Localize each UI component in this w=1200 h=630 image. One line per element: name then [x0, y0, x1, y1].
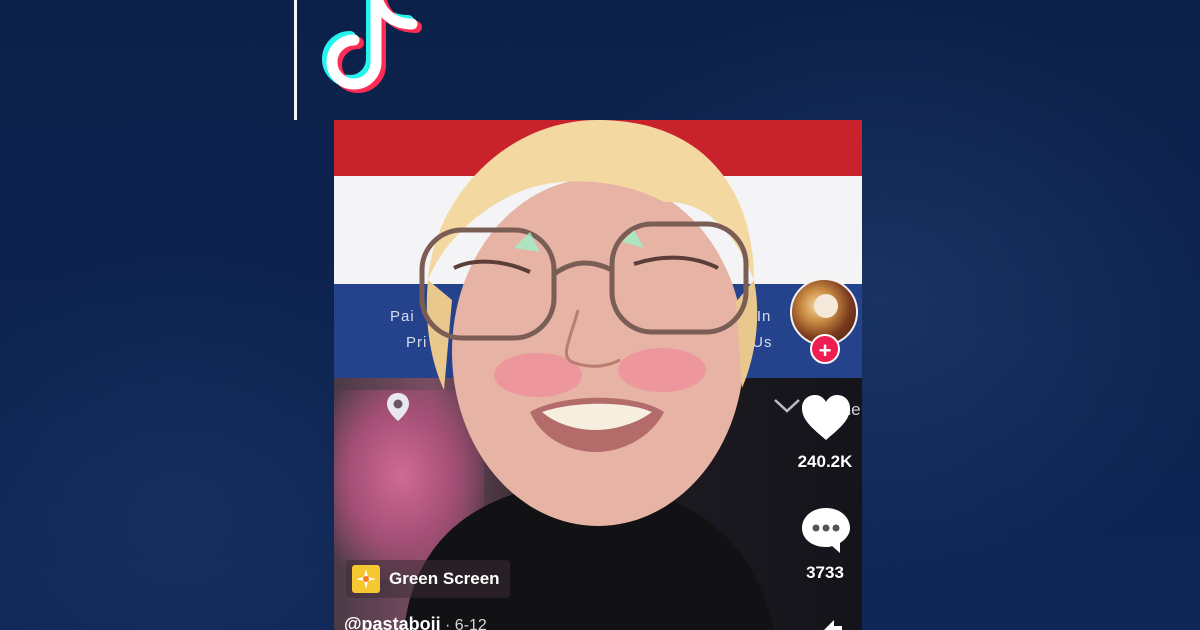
- sparkle-icon: [352, 565, 380, 593]
- avatar-figure: [814, 294, 838, 318]
- username[interactable]: @pastaboii: [344, 614, 441, 630]
- author-row[interactable]: @pastaboii · 6-12: [344, 614, 487, 630]
- share-icon[interactable]: [822, 616, 844, 630]
- person-in-video: [404, 120, 774, 630]
- video-frame[interactable]: Pai Pri nt, In act Us Done +: [334, 120, 862, 630]
- heart-icon[interactable]: [800, 394, 852, 442]
- vertical-divider: [294, 0, 297, 120]
- comment-icon[interactable]: [800, 506, 852, 554]
- effect-label: Green Screen: [389, 569, 500, 588]
- like-count: 240.2K: [797, 452, 853, 471]
- comment-count: 3733: [806, 563, 844, 582]
- follow-button[interactable]: +: [810, 334, 840, 364]
- effect-badge[interactable]: Green Screen: [346, 560, 510, 598]
- post-date: · 6-12: [440, 617, 487, 630]
- tiktok-logo: [322, 0, 422, 93]
